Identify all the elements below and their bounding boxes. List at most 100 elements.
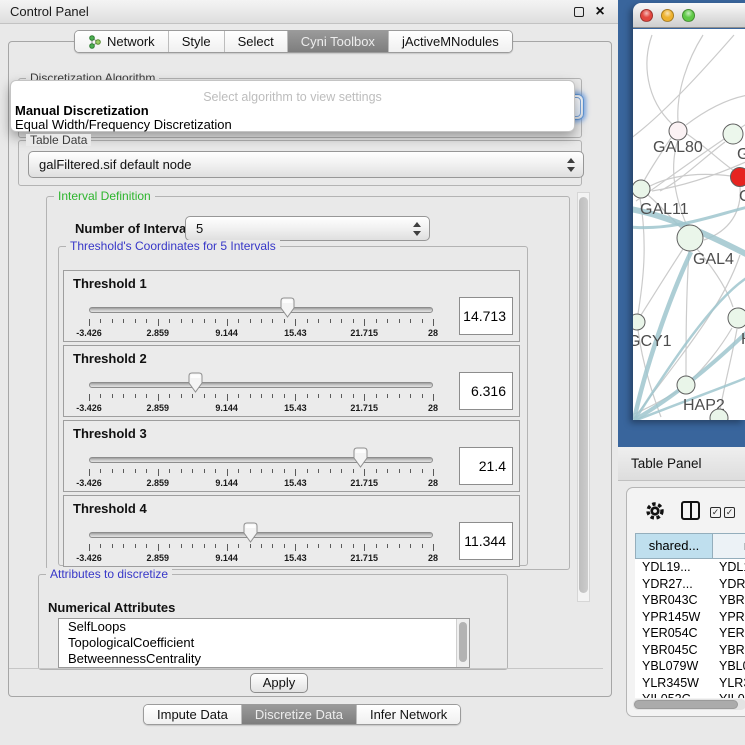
threshold-slider[interactable]: -3.4262.8599.14415.4321.71528 [89,520,433,566]
list-scrollbar[interactable] [456,619,469,667]
network-node[interactable] [731,168,745,187]
apply-button[interactable]: Apply [250,673,308,693]
table-row[interactable]: YLR345WYLR3 [635,675,745,692]
slider-tick [261,544,262,548]
slider-tick [376,319,377,323]
table-data-combobox[interactable]: galFiltered.sif default node [28,151,584,178]
slider-tick [433,469,434,476]
list-item[interactable]: TopologicalCoefficient [59,635,469,651]
tick-label: -3.426 [76,328,102,338]
slider-handle[interactable] [280,297,295,318]
threshold-slider[interactable]: -3.4262.8599.14415.4321.71528 [89,445,433,491]
threshold-panel: Threshold 1-3.4262.8599.14415.4321.71528… [63,270,520,342]
table-cell: YIL052C [635,691,713,698]
slider-tick [272,394,273,398]
column-header[interactable]: shared... [635,533,713,559]
tab-cyni-toolbox[interactable]: Cyni Toolbox [288,31,389,52]
close-traffic-light-icon[interactable] [640,9,653,22]
table-row[interactable]: YDR27...YDR2 [635,576,745,593]
minimize-traffic-light-icon[interactable] [661,9,674,22]
slider-tick [410,319,411,323]
network-node[interactable] [728,308,745,328]
slider-tick [238,469,239,473]
popup-item[interactable]: Equal Width/Frequency Discretization [15,117,232,132]
settings-scrollbar[interactable] [577,192,590,602]
slider-tick [261,394,262,398]
network-node[interactable] [633,314,645,330]
slider-track[interactable] [89,532,433,538]
slider-tick [181,319,182,323]
threshold-value-field[interactable]: 11.344 [459,522,513,560]
tab-infer-network[interactable]: Infer Network [357,705,460,724]
tab-discretize-data[interactable]: Discretize Data [242,705,357,724]
threshold-value-field[interactable]: 14.713 [459,297,513,335]
slider-tick [272,319,273,323]
network-node[interactable] [669,122,687,140]
network-node[interactable] [677,376,695,394]
zoom-traffic-light-icon[interactable] [682,9,695,22]
slider-tick [295,469,296,476]
checkbox-icon[interactable]: ✓ [724,507,735,518]
network-node[interactable] [723,124,743,144]
popup-item[interactable]: Manual Discretization [15,103,149,118]
threshold-slider[interactable]: -3.4262.8599.14415.4321.71528 [89,295,433,341]
threshold-slider[interactable]: -3.4262.8599.14415.4321.71528 [89,370,433,416]
network-edge [686,251,689,377]
network-canvas[interactable]: GAL80G.CGAL11GAL4GCY1HHAP2 [633,29,745,420]
tab-style[interactable]: Style [169,31,225,52]
slider-tick [227,469,228,476]
slider-tick [100,394,101,398]
network-window: GAL80G.CGAL11GAL4GCY1HHAP2 [633,3,745,420]
slider-tick [169,544,170,548]
table-panel-titlebar: Table Panel [618,447,745,481]
slider-tick [204,394,205,398]
slider-tick [376,544,377,548]
slider-track[interactable] [89,382,433,388]
network-node[interactable] [633,180,650,198]
threshold-value-field[interactable]: 6.316 [459,372,513,410]
split-columns-icon[interactable] [681,501,700,520]
tick-label: 15.43 [284,553,307,563]
network-window-titlebar[interactable] [633,3,745,28]
network-node[interactable] [677,225,703,251]
gear-icon[interactable] [645,501,665,521]
tab-impute-data[interactable]: Impute Data [144,705,242,724]
table-row[interactable]: YIL052CYIL0 [635,691,745,698]
table-row[interactable]: YER054CYER0 [635,625,745,642]
list-item[interactable]: BetweennessCentrality [59,651,469,667]
slider-track[interactable] [89,307,433,313]
table-row[interactable]: YDL19...YDL1 [635,559,745,576]
slider-tick [284,319,285,323]
slider-tick [89,544,90,551]
float-window-icon[interactable] [574,7,584,17]
slider-track[interactable] [89,457,433,463]
column-header[interactable]: n [713,533,745,559]
threshold-value-field[interactable]: 21.4 [459,447,513,485]
slider-tick [146,394,147,398]
table-horizontal-scrollbar[interactable] [633,699,745,710]
slider-handle[interactable] [243,522,258,543]
slider-tick [284,544,285,548]
table-row[interactable]: YBR045CYBR0 [635,642,745,659]
list-item[interactable]: SelfLoops [59,619,469,635]
checkbox-icon[interactable]: ✓ [710,507,721,518]
slider-handle[interactable] [353,447,368,468]
table-row[interactable]: YPR145WYPR1 [635,609,745,626]
number-of-intervals-label: Number of Intervals [75,221,197,236]
node-label: G. [737,146,745,163]
number-of-intervals-combobox[interactable]: 5 [185,216,430,241]
tab-label: Cyni Toolbox [301,31,375,52]
close-icon[interactable]: × [592,0,608,24]
slider-handle[interactable] [188,372,203,393]
tab-jactivemnodules[interactable]: jActiveMNodules [389,31,512,52]
tick-label: 9.144 [215,328,238,338]
tab-network[interactable]: Network [75,31,169,52]
table-cell: YPR145W [635,609,713,626]
table-row[interactable]: YBR043CYBR0 [635,592,745,609]
slider-tick [238,319,239,323]
slider-tick [158,469,159,476]
table-row[interactable]: YBL079WYBL0 [635,658,745,675]
tab-select[interactable]: Select [225,31,288,52]
numerical-attributes-list[interactable]: SelfLoopsTopologicalCoefficientBetweenne… [58,618,470,668]
slider-tick [387,394,388,398]
